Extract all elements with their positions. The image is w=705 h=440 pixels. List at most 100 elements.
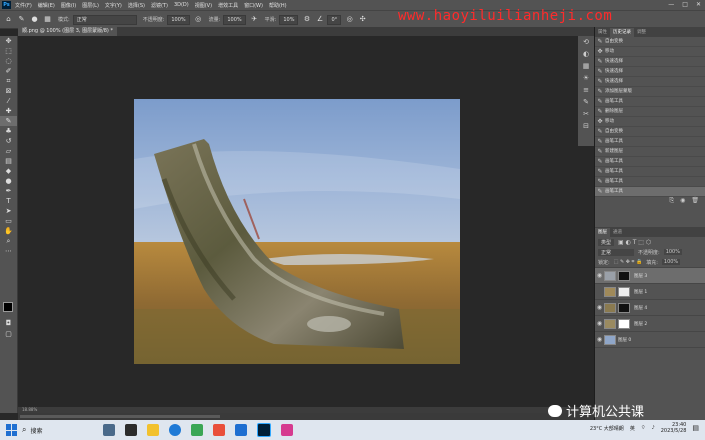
layer-mask-thumbnail[interactable]: [618, 302, 630, 313]
menu-layer[interactable]: 图层(L): [82, 2, 99, 9]
zoom-readout[interactable]: 18.88%: [22, 407, 37, 412]
history-panel-icon[interactable]: ⟲: [578, 36, 594, 48]
crop-tool-icon[interactable]: ⌗: [0, 76, 17, 86]
history-item[interactable]: ✎ 添加图层蒙版: [595, 87, 705, 97]
more-tools-icon[interactable]: ⋯: [0, 246, 17, 256]
layer-row[interactable]: ◉ 图层 0: [595, 332, 705, 348]
airbrush-icon[interactable]: ✈: [250, 15, 259, 24]
layer-mask-thumbnail[interactable]: [618, 318, 630, 329]
layer-mask-thumbnail[interactable]: [618, 270, 630, 281]
tab-adjustments[interactable]: 调整: [634, 28, 649, 37]
history-item[interactable]: ✎ 快速选择: [595, 57, 705, 67]
history-brush-tool-icon[interactable]: ↺: [0, 136, 17, 146]
menu-help[interactable]: 帮助(H): [269, 2, 287, 9]
properties-panel-icon[interactable]: ≡: [578, 84, 594, 96]
taskbar-app-blue-icon[interactable]: [234, 424, 247, 436]
taskbar-photoshop-icon[interactable]: [256, 423, 271, 437]
pressure-size-icon[interactable]: ◎: [345, 15, 354, 24]
layer-row[interactable]: 图层 1: [595, 284, 705, 300]
foreground-color-swatch[interactable]: [3, 302, 13, 312]
menu-file[interactable]: 文件(F): [15, 2, 32, 9]
history-item[interactable]: ✎ 画笔工具: [595, 157, 705, 167]
visibility-eye-icon[interactable]: ◉: [595, 304, 604, 311]
pen-tool-icon[interactable]: ✒: [0, 186, 17, 196]
brush-tool-icon[interactable]: ✎: [17, 15, 26, 24]
path-select-tool-icon[interactable]: ➤: [0, 206, 17, 216]
taskbar-search[interactable]: 搜索: [30, 426, 42, 435]
flow-field[interactable]: 100%: [223, 14, 246, 25]
layer-kind-select[interactable]: 类型: [598, 238, 615, 246]
scrollbar-thumb[interactable]: [20, 415, 220, 418]
hand-tool-icon[interactable]: ✋: [0, 226, 17, 236]
history-item[interactable]: ✎ 画笔工具: [595, 137, 705, 147]
brush-tool-icon[interactable]: ✎: [0, 116, 17, 126]
notification-icon[interactable]: ▤: [692, 424, 699, 432]
brush-settings-icon[interactable]: ▦: [43, 15, 52, 24]
start-button[interactable]: [6, 424, 18, 436]
history-item[interactable]: ✥ 移动: [595, 47, 705, 57]
mode-select[interactable]: 正常: [72, 14, 137, 25]
camera-icon[interactable]: ◉: [680, 197, 685, 205]
smooth-settings-icon[interactable]: ⚙: [302, 15, 311, 24]
history-item[interactable]: ✎ 自由变换: [595, 37, 705, 47]
history-item[interactable]: ✎ 画笔工具: [595, 97, 705, 107]
taskbar-app-pink-icon[interactable]: [280, 424, 293, 436]
network-icon[interactable]: ⌔: [641, 425, 646, 431]
symmetry-icon[interactable]: ✣: [358, 15, 367, 24]
shape-tool-icon[interactable]: ▭: [0, 216, 17, 226]
taskbar-app-red-icon[interactable]: [212, 424, 225, 436]
quick-mask-icon[interactable]: ◘: [0, 318, 17, 328]
history-item[interactable]: ✥ 移动: [595, 117, 705, 127]
type-tool-icon[interactable]: T: [0, 196, 17, 206]
healing-brush-tool-icon[interactable]: ✚: [0, 106, 17, 116]
tab-channels[interactable]: 通道: [610, 228, 625, 237]
trash-icon[interactable]: 🗑: [691, 197, 699, 205]
angle-field[interactable]: 0°: [327, 14, 342, 25]
menu-select[interactable]: 选择(S): [128, 2, 145, 9]
taskbar-edge-icon[interactable]: [168, 424, 181, 436]
pressure-opacity-icon[interactable]: ◎: [194, 15, 203, 24]
screen-mode-icon[interactable]: ▢: [0, 329, 17, 339]
blend-mode-select[interactable]: 正常: [598, 248, 634, 256]
lock-icons[interactable]: ⬚ ✎ ✥ ⌗ 🔒: [614, 259, 643, 265]
menu-3d[interactable]: 3D(D): [174, 2, 189, 8]
menu-image[interactable]: 图像(I): [61, 2, 76, 9]
move-tool-icon[interactable]: ✥: [0, 36, 17, 46]
tab-history[interactable]: 历史记录: [610, 28, 634, 37]
lasso-tool-icon[interactable]: ◌: [0, 56, 17, 66]
menu-plugins[interactable]: 增效工具: [218, 2, 238, 9]
history-item[interactable]: ✎ 新建图层: [595, 147, 705, 157]
layer-row[interactable]: ◉ 图层 3: [595, 268, 705, 284]
close-button[interactable]: ✕: [696, 1, 701, 8]
menu-type[interactable]: 文字(Y): [105, 2, 122, 9]
clone-stamp-tool-icon[interactable]: ♣: [0, 126, 17, 136]
zoom-tool-icon[interactable]: ⌕: [0, 236, 17, 246]
minimize-button[interactable]: —: [668, 1, 674, 8]
menu-filter[interactable]: 滤镜(T): [151, 2, 168, 9]
taskbar-app-green-icon[interactable]: [190, 424, 203, 436]
quick-select-tool-icon[interactable]: ✐: [0, 66, 17, 76]
history-item[interactable]: ✎ 快速选择: [595, 67, 705, 77]
home-icon[interactable]: ⌂: [4, 15, 13, 24]
frame-tool-icon[interactable]: ⊠: [0, 86, 17, 96]
input-language[interactable]: 英: [630, 425, 635, 432]
layer-mask-thumbnail[interactable]: [618, 286, 630, 297]
history-item[interactable]: ✎ 快速选择: [595, 77, 705, 87]
visibility-eye-icon[interactable]: ◉: [595, 272, 604, 279]
horizontal-scrollbar[interactable]: [18, 413, 594, 420]
document-tab[interactable]: 顺.png @ 100% (图层 3, 图层蒙版/8) *: [18, 27, 117, 36]
visibility-eye-icon[interactable]: ◉: [595, 320, 604, 327]
eyedropper-tool-icon[interactable]: ⁄: [0, 96, 17, 106]
swatches-panel-icon[interactable]: ▦: [578, 60, 594, 72]
weather-text[interactable]: 23°C 大部晴朗: [590, 425, 624, 432]
fill-field[interactable]: 100%: [661, 259, 681, 265]
tab-properties[interactable]: 属性: [595, 28, 610, 37]
document-canvas[interactable]: [134, 99, 460, 364]
history-item[interactable]: ✎ 画笔工具: [595, 187, 705, 197]
layer-row[interactable]: ◉ 图层 4: [595, 300, 705, 316]
maximize-button[interactable]: □: [682, 1, 688, 8]
opacity-field[interactable]: 100%: [167, 14, 190, 25]
filter-icons[interactable]: ▣ ◐ T ⬚ ⬡: [618, 239, 651, 246]
tab-layers[interactable]: 图层: [595, 228, 610, 237]
brush-preset-icon[interactable]: ●: [30, 15, 39, 24]
